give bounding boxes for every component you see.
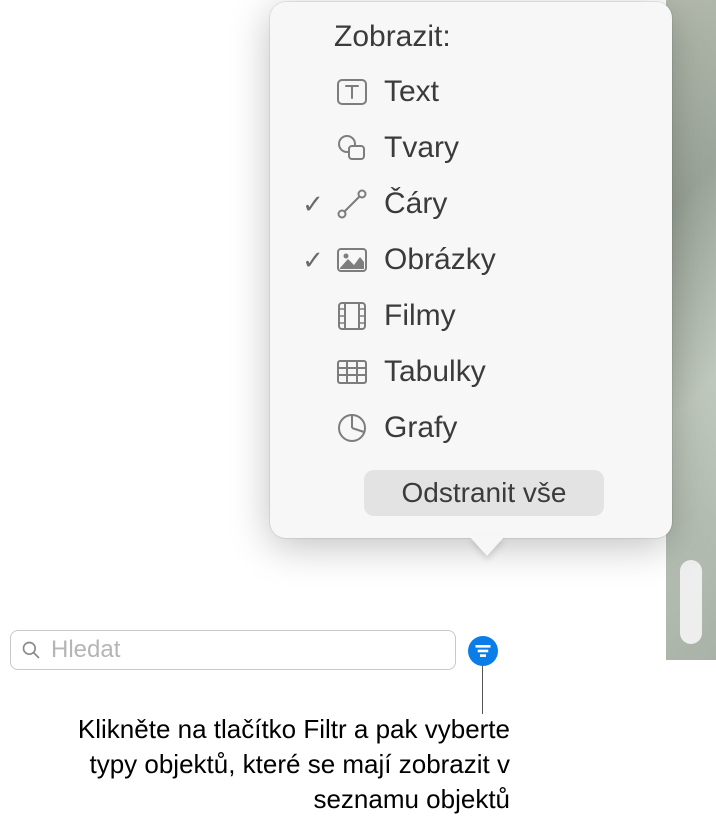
filter-item-label: Tabulky [384,355,486,389]
caption-text: Klikněte na tlačítko Filtr a pak vyberte… [30,712,510,817]
filter-item-charts[interactable]: Grafy [292,400,650,456]
tables-icon [334,354,384,390]
popover-header: Zobrazit: [292,20,650,54]
filter-item-label: Obrázky [384,243,496,277]
filter-item-label: Text [384,75,439,109]
search-input[interactable] [51,636,445,664]
lines-icon [334,186,384,222]
shapes-icon [334,130,384,166]
images-icon [334,242,384,278]
search-field[interactable] [10,630,456,670]
movies-icon [334,298,384,334]
filter-item-images[interactable]: ✓ Obrázky [292,232,650,288]
document-preview-strip [666,0,716,660]
clear-all-button[interactable]: Odstranit vše [364,470,604,516]
filter-item-shapes[interactable]: Tvary [292,120,650,176]
filter-item-label: Filmy [384,299,456,333]
filter-item-label: Čáry [384,187,447,221]
search-icon [21,640,41,660]
charts-icon [334,410,384,446]
filter-item-text[interactable]: Text [292,64,650,120]
text-icon [334,74,384,110]
check-icon: ✓ [302,191,324,217]
filter-menu-list: Text Tvary ✓ Čáry [292,64,650,456]
filter-item-label: Grafy [384,411,457,445]
check-icon: ✓ [302,247,324,273]
check-col: ✓ [292,247,334,273]
filter-item-lines[interactable]: ✓ Čáry [292,176,650,232]
check-col: ✓ [292,191,334,217]
callout-leader-line [482,666,483,714]
filter-popover: Zobrazit: Text Tvary [270,2,672,538]
filter-item-movies[interactable]: Filmy [292,288,650,344]
filter-item-label: Tvary [384,131,459,165]
filter-button[interactable] [468,636,498,666]
filter-item-tables[interactable]: Tabulky [292,344,650,400]
filter-icon [474,642,492,660]
